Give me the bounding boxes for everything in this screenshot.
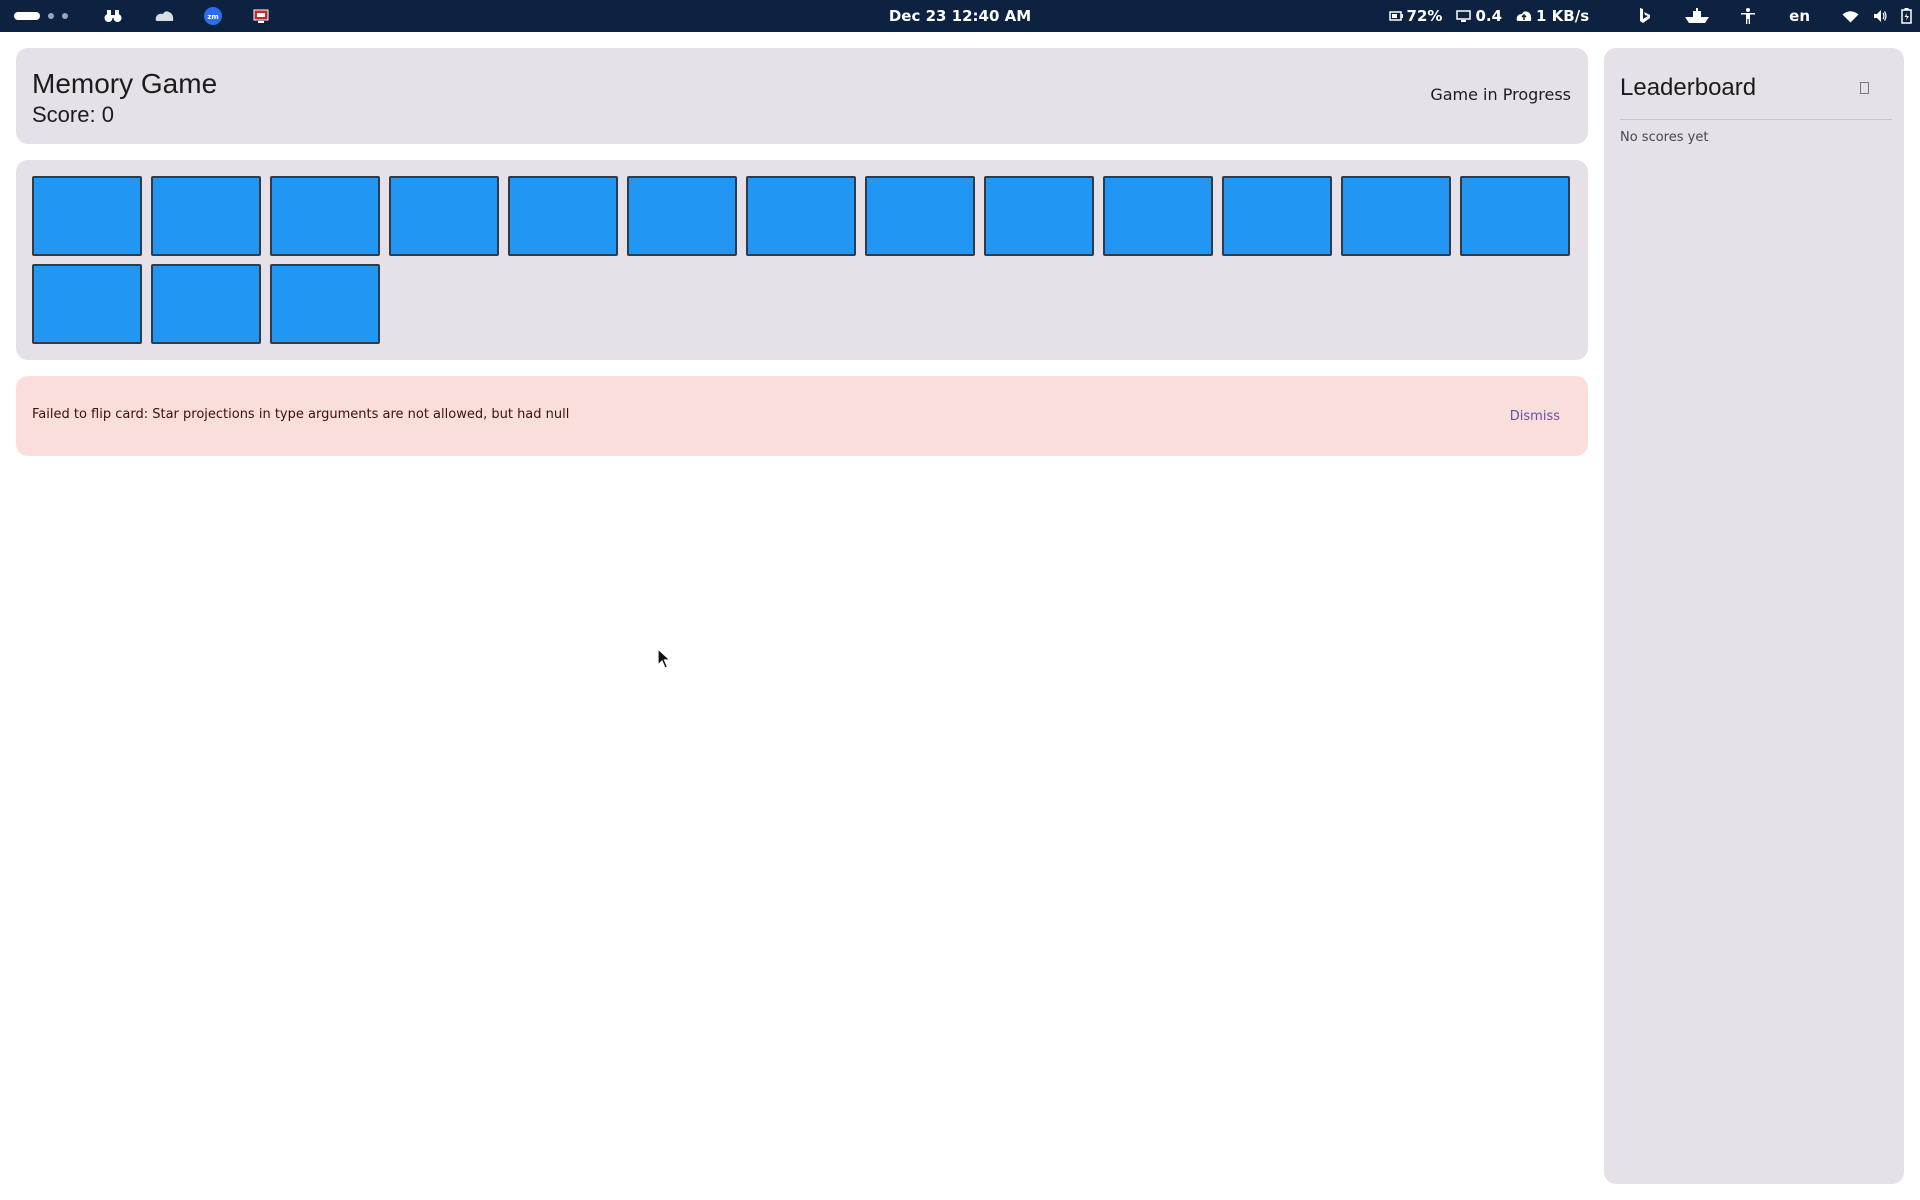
volume-icon[interactable] — [1873, 9, 1887, 23]
keyboard-language[interactable]: en — [1789, 7, 1810, 25]
cloud-icon[interactable] — [154, 5, 176, 27]
accessibility-icon[interactable] — [1741, 8, 1756, 24]
game-board — [16, 160, 1588, 360]
monitor-icon — [1456, 9, 1472, 22]
workspace-indicator[interactable] — [48, 13, 54, 19]
card-grid — [32, 176, 1570, 344]
battery-percent: 72% — [1406, 7, 1443, 25]
screen-share-icon[interactable] — [250, 5, 272, 27]
leaderboard-panel: Leaderboard No scores yet — [1604, 48, 1904, 1184]
memory-card[interactable] — [1103, 176, 1213, 256]
game-header: Memory Game Score: 0 Game in Progress — [16, 48, 1588, 144]
refresh-icon[interactable] — [1856, 80, 1872, 96]
error-message: Failed to flip card: Star projections in… — [32, 407, 570, 422]
zoom-app-icon[interactable]: zm — [202, 5, 224, 27]
memory-card[interactable] — [865, 176, 975, 256]
network-speed-value: 1 KB/s — [1536, 7, 1590, 25]
system-top-bar: zm Dec 23 12:40 AM 72% 0.4 1 KB/s en — [0, 0, 1920, 32]
language-code: en — [1789, 7, 1810, 25]
workspace-indicator[interactable] — [62, 13, 68, 19]
memory-card[interactable] — [1222, 176, 1332, 256]
bing-icon[interactable] — [1639, 8, 1651, 24]
binoculars-icon[interactable] — [102, 5, 124, 27]
svg-text:zm: zm — [207, 13, 218, 21]
score-label: Score: 0 — [32, 102, 114, 127]
power-battery-icon[interactable] — [1901, 8, 1912, 24]
leaderboard-title: Leaderboard — [1620, 74, 1757, 101]
memory-card[interactable] — [270, 176, 380, 256]
battery-status[interactable]: 72% — [1388, 7, 1443, 25]
memory-card[interactable] — [746, 176, 856, 256]
memory-card[interactable] — [32, 176, 142, 256]
game-status: Game in Progress — [1430, 85, 1571, 104]
workspace-active-indicator[interactable] — [14, 12, 40, 20]
memory-card[interactable] — [151, 176, 261, 256]
dismiss-button[interactable]: Dismiss — [1498, 398, 1572, 434]
memory-card[interactable] — [151, 264, 261, 344]
battery-icon — [1388, 11, 1403, 21]
leaderboard-divider — [1620, 119, 1892, 120]
memory-card[interactable] — [508, 176, 618, 256]
memory-card[interactable] — [270, 264, 380, 344]
game-title: Memory Game — [32, 68, 218, 99]
memory-card[interactable] — [627, 176, 737, 256]
memory-card[interactable] — [1341, 176, 1451, 256]
wifi-icon[interactable] — [1842, 10, 1859, 23]
steam-boat-icon[interactable] — [1683, 8, 1711, 24]
network-speed-status[interactable]: 1 KB/s — [1516, 7, 1589, 25]
mouse-cursor-icon — [657, 648, 672, 669]
workspace-indicators: zm — [14, 0, 272, 32]
cpu-load-status[interactable]: 0.4 — [1456, 7, 1502, 25]
memory-card[interactable] — [389, 176, 499, 256]
error-banner: Failed to flip card: Star projections in… — [16, 376, 1588, 456]
memory-card[interactable] — [984, 176, 1094, 256]
clock-datetime[interactable]: Dec 23 12:40 AM — [889, 7, 1031, 25]
leaderboard-empty-text: No scores yet — [1620, 130, 1709, 145]
memory-card[interactable] — [1460, 176, 1570, 256]
cpu-load-value: 0.4 — [1475, 7, 1503, 25]
memory-card[interactable] — [32, 264, 142, 344]
cloud-upload-icon — [1516, 11, 1532, 21]
